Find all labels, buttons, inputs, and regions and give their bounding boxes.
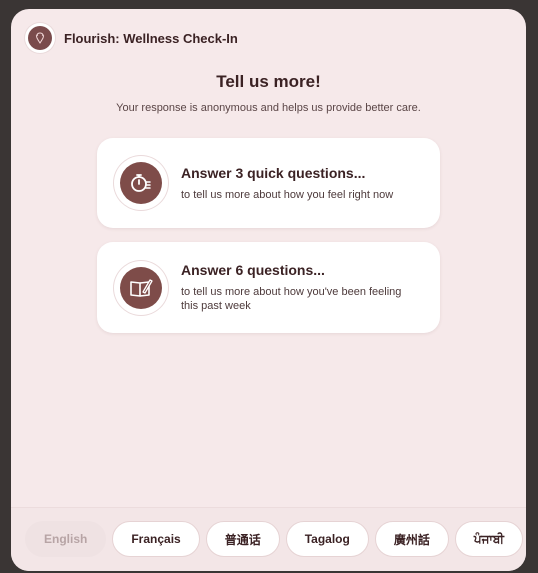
option-description: to tell us more about how you've been fe… [181,286,402,312]
language-selector: English Français 普通话 Tagalog 廣州話 ਪੰਜਾਬੀ [11,507,526,571]
option-heading: Answer 3 quick questions... [181,164,366,181]
language-button-french[interactable]: Français [112,521,200,557]
option-heading: Answer 6 questions... [181,262,325,278]
page-title: Tell us more! [216,72,321,91]
language-button-mandarin[interactable]: 普通话 [205,521,280,557]
option-description: to tell us more about how you feel right… [181,188,394,201]
page-subtitle: Your response is anonymous and helps us … [116,102,421,114]
language-button-punjabi[interactable]: ਪੰਜਾਬੀ [454,521,523,557]
app-header: Flourish: Wellness Check-In [25,23,238,53]
flourish-logo [25,23,55,53]
language-button-tagalog[interactable]: Tagalog [285,521,369,557]
language-button-cantonese[interactable]: 廣州話 [374,521,449,557]
checkin-window: Flourish: Wellness Check-In Tell us more… [11,9,526,571]
app-title: Flourish: Wellness Check-In [64,30,238,46]
journal-icon [114,260,168,315]
language-button-english[interactable]: English [25,521,107,557]
weekly-questions-option[interactable]: Answer 6 questions... to tell us more ab… [97,242,440,333]
quick-questions-option[interactable]: Answer 3 quick questions... to tell us m… [97,138,440,228]
stopwatch-icon [114,156,168,210]
